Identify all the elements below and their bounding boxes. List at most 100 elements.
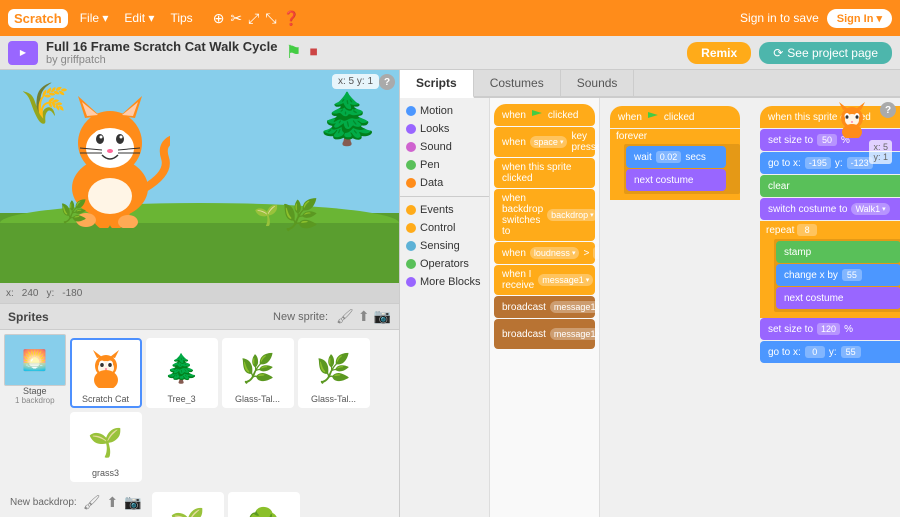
category-looks[interactable]: Looks <box>400 120 489 138</box>
stage-help-button[interactable]: ? <box>379 74 395 90</box>
script-flag-clicked: when clicked forever wait 0.02 secs next… <box>610 106 740 200</box>
blocks-area: Motion Looks Sound Pen Data <box>400 98 900 517</box>
sprite-item-scratch-cat[interactable]: Scratch Cat <box>70 338 142 408</box>
block-next-costume-2[interactable]: next costume <box>776 287 900 309</box>
block-next-costume[interactable]: next costume <box>626 169 726 191</box>
upload-sprite-icon[interactable]: ⬆ <box>358 308 370 325</box>
sprite-item-grass3[interactable]: 🌱 grass3 <box>70 412 142 482</box>
category-control[interactable]: Control <box>400 219 489 237</box>
sprite-item-glass2[interactable]: 🌿 Glass-Tal... <box>298 338 370 408</box>
scratch-logo[interactable]: Scratch <box>8 9 68 28</box>
sensing-label: Sensing <box>420 240 460 252</box>
pen-dot <box>406 160 416 170</box>
block-stamp[interactable]: stamp <box>776 241 900 263</box>
stage-canvas: 🌲 🌿 🌾 🌿 🌱 x: 5 y: 1 ? <box>0 70 399 283</box>
sprite-item-glass1[interactable]: 🌿 Glass-Tal... <box>222 338 294 408</box>
camera-sprite-icon[interactable]: 📷 <box>374 308 391 325</box>
duplicate-icon[interactable]: ⊕ <box>213 10 225 27</box>
category-sensing[interactable]: Sensing <box>400 237 489 255</box>
data-dot <box>406 178 416 188</box>
palette-block-key-pressed[interactable]: when space key pressed <box>494 127 595 157</box>
stop-button[interactable]: ⏹ <box>310 44 318 62</box>
edit-menu[interactable]: Edit ▾ <box>120 9 158 27</box>
category-pen[interactable]: Pen <box>400 156 489 174</box>
palette-block-broadcast[interactable]: broadcast message1 <box>494 296 595 318</box>
tab-sounds[interactable]: Sounds <box>561 70 635 96</box>
block-set-size-120[interactable]: set size to 120 % <box>760 318 900 340</box>
events-label: Events <box>420 204 454 216</box>
more-blocks-label: More Blocks <box>420 276 481 288</box>
scripting-canvas: when clicked forever wait 0.02 secs next… <box>600 98 900 517</box>
category-sound[interactable]: Sound <box>400 138 489 156</box>
palette-block-receive[interactable]: when I receive message1 <box>494 265 595 295</box>
block-change-x[interactable]: change x by 55 <box>776 264 900 286</box>
category-operators[interactable]: Operators <box>400 255 489 273</box>
stage-area: 🌲 🌿 🌾 🌿 🌱 x: 5 y: 1 ? x: 240 y: -180 Spr… <box>0 70 400 517</box>
sprite-thumb-tree2: 🌳 <box>232 496 296 517</box>
categories-panel: Motion Looks Sound Pen Data <box>400 98 490 517</box>
sprite-item-grass2[interactable]: 🌱 grass2 <box>152 492 224 517</box>
new-backdrop-section: New backdrop: 🖌 ⬆ 📷 <box>4 492 148 513</box>
operators-dot <box>406 259 416 269</box>
more-blocks-dot <box>406 277 416 287</box>
green-flag-button[interactable]: ⚑ <box>285 42 301 63</box>
scripts-area: Scripts Costumes Sounds Motion Looks Sou… <box>400 70 900 517</box>
motion-label: Motion <box>420 105 453 117</box>
block-when-flag-clicked[interactable]: when clicked <box>610 106 740 128</box>
sprites-title: Sprites <box>8 310 273 324</box>
block-when-sprite-clicked[interactable]: when this sprite clicked <box>760 106 900 128</box>
upload-backdrop-icon[interactable]: ⬆ <box>106 494 118 511</box>
palette-block-loudness[interactable]: when loudness > 10 <box>494 242 595 264</box>
block-clear[interactable]: clear <box>760 175 900 197</box>
x-coord-value: 240 <box>22 288 39 299</box>
sign-in-save-text: Sign in to save <box>740 11 819 25</box>
block-wait-secs[interactable]: wait 0.02 secs <box>626 146 726 168</box>
xy-display: x: 5 y: 1 <box>332 74 379 89</box>
delete-icon[interactable]: ✂ <box>230 10 242 27</box>
file-menu[interactable]: File ▾ <box>76 9 113 27</box>
sound-label: Sound <box>420 141 452 153</box>
sprite-item-tree3[interactable]: 🌲 Tree_3 <box>146 338 218 408</box>
tab-scripts[interactable]: Scripts <box>400 70 474 98</box>
category-events[interactable]: Events <box>400 201 489 219</box>
paint-backdrop-icon[interactable]: 🖌 <box>83 494 101 511</box>
category-data[interactable]: Data <box>400 174 489 192</box>
sprites-grid: Scratch Cat 🌲 Tree_3 🌿 Glass-Tal... 🌿 Gl… <box>66 334 395 486</box>
stage-icon: ▶ <box>8 41 38 65</box>
sprite-name-cat: Scratch Cat <box>74 394 138 404</box>
block-repeat[interactable]: repeat 8 stamp change x by 55 next costu… <box>760 221 900 318</box>
palette-block-sprite-clicked[interactable]: when this sprite clicked <box>494 158 595 188</box>
remix-button[interactable]: Remix <box>687 42 751 64</box>
stage-sprite-item[interactable]: 🌅 Stage 1 backdrop <box>4 334 66 405</box>
stage-sublabel: 1 backdrop <box>4 396 66 405</box>
arrow-icon: ⟳ <box>773 46 783 60</box>
palette-block-flag-clicked[interactable]: when clicked <box>494 104 595 126</box>
sprite-item-tree2[interactable]: 🌳 Tree_2 <box>228 492 300 517</box>
project-author: by griffpatch <box>46 54 277 66</box>
sprite-thumb-cat <box>74 342 138 394</box>
data-label: Data <box>420 177 443 189</box>
forever-inner: wait 0.02 secs next costume <box>624 144 740 194</box>
camera-backdrop-icon[interactable]: 📷 <box>124 494 141 511</box>
category-more-blocks[interactable]: More Blocks <box>400 273 489 291</box>
paint-sprite-icon[interactable]: 🖌 <box>336 308 354 325</box>
sprite-name-glass1: Glass-Tal... <box>226 394 290 404</box>
see-project-button[interactable]: ⟳ See project page <box>759 42 892 64</box>
scripting-help-button[interactable]: ? <box>880 102 896 118</box>
block-switch-costume[interactable]: switch costume to Walk1 <box>760 198 900 220</box>
palette-block-broadcast-wait[interactable]: broadcast message1 and wait <box>494 319 595 349</box>
sign-in-button[interactable]: Sign In ▾ <box>827 9 892 28</box>
tab-costumes[interactable]: Costumes <box>474 70 561 96</box>
sprite-thumb-glass2: 🌿 <box>302 342 366 394</box>
shrink-icon[interactable]: ⤡ <box>265 10 276 27</box>
help-icon[interactable]: ❓ <box>283 10 300 27</box>
tips-menu[interactable]: Tips <box>166 9 196 27</box>
block-go-to-x-y-2[interactable]: go to x: 0 y: 55 <box>760 341 900 363</box>
title-bar: ▶ Full 16 Frame Scratch Cat Walk Cycle b… <box>0 36 900 70</box>
block-forever[interactable]: forever wait 0.02 secs next costume <box>610 129 740 200</box>
palette-block-backdrop-switches[interactable]: when backdrop switches to backdrop <box>494 189 595 241</box>
looks-dot <box>406 124 416 134</box>
category-motion[interactable]: Motion <box>400 102 489 120</box>
motion-dot <box>406 106 416 116</box>
grow-icon[interactable]: ⤢ <box>248 10 259 27</box>
